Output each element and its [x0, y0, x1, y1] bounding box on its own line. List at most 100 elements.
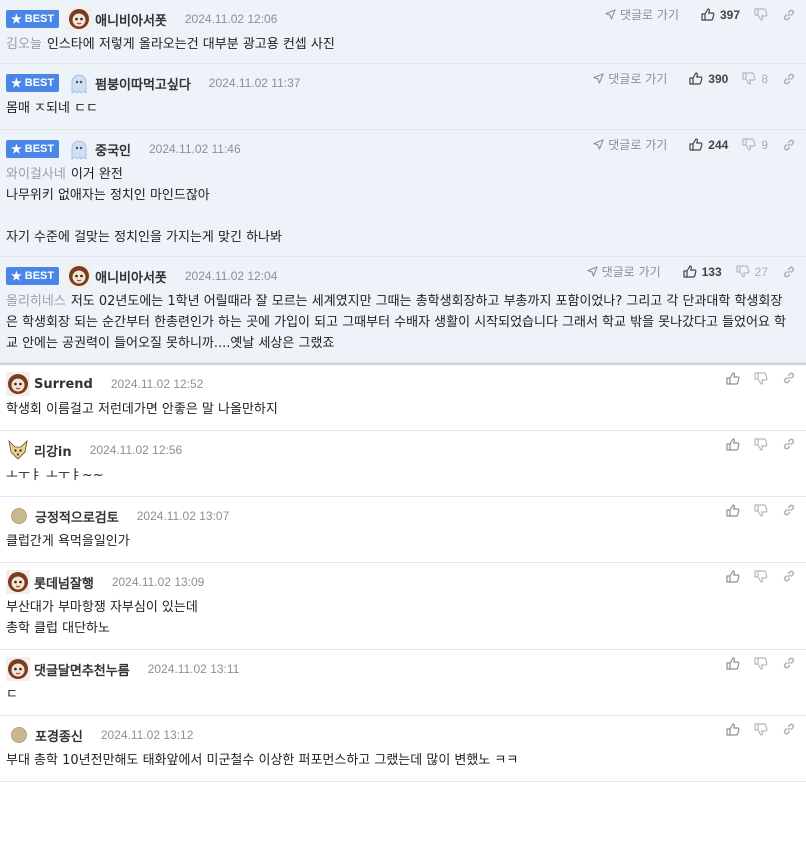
nickname[interactable]: 리강in — [34, 441, 72, 460]
mention-name[interactable]: 올리히네스 — [6, 294, 66, 309]
comment-text: 이거 완전 — [70, 167, 123, 182]
comment-body: 학생회 이름걸고 저런데가면 안좋은 말 나올만하지 — [6, 395, 792, 420]
downvote-button[interactable] — [754, 437, 768, 451]
dot-avatar[interactable] — [11, 508, 27, 524]
upvote-count: 244 — [708, 137, 729, 152]
comment-text: 부산대가 부마항쟁 자부심이 있는데 — [6, 600, 198, 615]
upvote-button[interactable] — [726, 371, 740, 385]
downvote-button[interactable] — [754, 371, 768, 385]
fox-avatar[interactable] — [6, 438, 30, 462]
comment-body: 와이걸사네 이거 완전 나무위키 없애자는 정치인 마인드잖아 자기 수준에 걸맞는 … — [6, 160, 792, 248]
nickname[interactable]: Surrend — [34, 377, 93, 392]
thumbs-up-icon — [689, 72, 703, 85]
link-icon[interactable] — [782, 371, 796, 385]
comment: 포경종신 2024.11.02 13:12 부대 총학 10년전만해도 태화앞에서 … — [0, 716, 806, 782]
link-icon[interactable] — [782, 265, 796, 279]
best-comment: ★ BEST 펌붕이따먹고싶다 2024.11.02 11:37 댓글로 가기 390 8 몸… — [0, 64, 806, 130]
best-badge: ★ BEST — [6, 140, 60, 158]
comment: Surrend 2024.11.02 12:52 학생회 이름걸고 저런데가면 안좋… — [0, 363, 806, 431]
thumbs-up-icon — [726, 722, 740, 736]
upvote-button[interactable] — [726, 722, 740, 736]
best-label: BEST — [24, 143, 55, 155]
lion-avatar[interactable] — [6, 657, 30, 681]
comment-date: 2024.11.02 13:11 — [147, 662, 240, 676]
mention-name[interactable]: 김오늘 — [6, 37, 42, 52]
downvote-button[interactable] — [754, 569, 768, 583]
upvote-button[interactable] — [726, 656, 740, 670]
star-icon: ★ — [11, 269, 22, 283]
comment-line: 와이걸사네 이거 완전 — [6, 164, 792, 185]
comment-date: 2024.11.02 11:46 — [149, 142, 241, 156]
downvote-button[interactable]: 27 — [736, 265, 768, 279]
reply-link[interactable]: 댓글로 가기 — [593, 136, 667, 153]
reply-link[interactable]: 댓글로 가기 — [605, 6, 679, 23]
link-icon[interactable] — [782, 569, 796, 583]
nickname[interactable]: 댓글달면추천누름 — [34, 660, 130, 679]
nickname[interactable]: 펌붕이따먹고싶다 — [95, 74, 191, 93]
downvote-button[interactable] — [754, 8, 768, 21]
best-comment: ★ BEST 애니비아서폿 2024.11.02 12:06 댓글로 가기 397 김오늘 인… — [0, 0, 806, 64]
comment-actions — [726, 437, 796, 451]
comment-line: ㄷ — [6, 684, 792, 705]
lion-avatar[interactable] — [6, 372, 30, 396]
comment-line: 부산대가 부마항쟁 자부심이 있는데 — [6, 597, 792, 618]
thumbs-down-icon — [754, 569, 768, 583]
thumbs-down-icon — [754, 371, 768, 385]
comment-body: ㄷ — [6, 680, 792, 705]
best-badge: ★ BEST — [6, 74, 60, 92]
upvote-button[interactable] — [726, 569, 740, 583]
downvote-button[interactable]: 9 — [742, 138, 768, 152]
comment-line: 김오늘 인스타에 저렇게 올라오는건 대부분 광고용 컨셉 사진 — [6, 34, 792, 55]
link-icon[interactable] — [782, 138, 796, 152]
link-icon[interactable] — [782, 722, 796, 736]
comment-text: 자기 수준에 걸맞는 정치인을 가지는게 맞긴 하나봐 — [6, 230, 282, 245]
downvote-button[interactable]: 8 — [742, 72, 768, 86]
link-icon[interactable] — [782, 437, 796, 451]
link-icon[interactable] — [782, 503, 796, 517]
comment-header: 긍정적으로검토 2024.11.02 13:07 — [6, 505, 792, 527]
nickname[interactable]: 롯데넘잘행 — [34, 573, 94, 592]
upvote-button[interactable]: 390 — [689, 72, 728, 86]
reply-link-label: 댓글로 가기 — [608, 72, 668, 86]
comment-date: 2024.11.02 11:37 — [208, 76, 301, 90]
nickname[interactable]: 애니비아서폿 — [95, 267, 167, 286]
thumbs-down-icon — [754, 8, 768, 21]
ghost-avatar[interactable] — [67, 71, 92, 95]
reply-link[interactable]: 댓글로 가기 — [586, 263, 661, 280]
nickname[interactable]: 포경종신 — [35, 726, 83, 745]
lion-avatar[interactable] — [6, 570, 30, 594]
thumbs-down-icon — [754, 437, 768, 451]
downvote-button[interactable] — [754, 503, 768, 517]
thumbs-down-icon — [736, 265, 750, 278]
upvote-button[interactable]: 244 — [689, 138, 728, 152]
send-arrow-icon — [605, 9, 616, 20]
upvote-button[interactable]: 133 — [683, 265, 722, 279]
nickname[interactable]: 중국인 — [95, 140, 131, 159]
best-comment: ★ BEST 중국인 2024.11.02 11:46 댓글로 가기 244 9 와이걸사네 이… — [0, 130, 806, 257]
comment-line: ㅗㅜㅑ ㅗㅜㅑ~~ — [6, 465, 792, 486]
downvote-button[interactable] — [754, 722, 768, 736]
lion-avatar[interactable] — [67, 264, 92, 288]
send-arrow-icon — [593, 73, 604, 84]
upvote-count: 397 — [719, 7, 740, 22]
comment-text: 클럽간게 욕먹을일인가 — [6, 534, 130, 549]
nickname[interactable]: 애니비아서폿 — [95, 10, 167, 29]
reply-link[interactable]: 댓글로 가기 — [593, 70, 667, 87]
ghost-avatar[interactable] — [67, 137, 92, 161]
link-icon[interactable] — [782, 8, 796, 22]
upvote-button[interactable] — [726, 437, 740, 451]
comment-line: 부대 총학 10년전만해도 태화앞에서 미군철수 이상한 퍼포먼스하고 그랬는데… — [6, 750, 792, 771]
mention-name[interactable]: 와이걸사네 — [6, 167, 66, 182]
comment-text: 학생회 이름걸고 저런데가면 안좋은 말 나올만하지 — [6, 402, 278, 417]
comment-body: 부대 총학 10년전만해도 태화앞에서 미군철수 이상한 퍼포먼스하고 그랬는데… — [6, 746, 792, 771]
thumbs-up-icon — [689, 138, 703, 151]
thumbs-up-icon — [726, 437, 740, 451]
upvote-button[interactable]: 397 — [701, 8, 740, 22]
nickname[interactable]: 긍정적으로검토 — [35, 507, 119, 526]
lion-avatar[interactable] — [67, 7, 92, 31]
upvote-button[interactable] — [726, 503, 740, 517]
link-icon[interactable] — [782, 72, 796, 86]
link-icon[interactable] — [782, 656, 796, 670]
downvote-button[interactable] — [754, 656, 768, 670]
dot-avatar[interactable] — [11, 727, 27, 743]
